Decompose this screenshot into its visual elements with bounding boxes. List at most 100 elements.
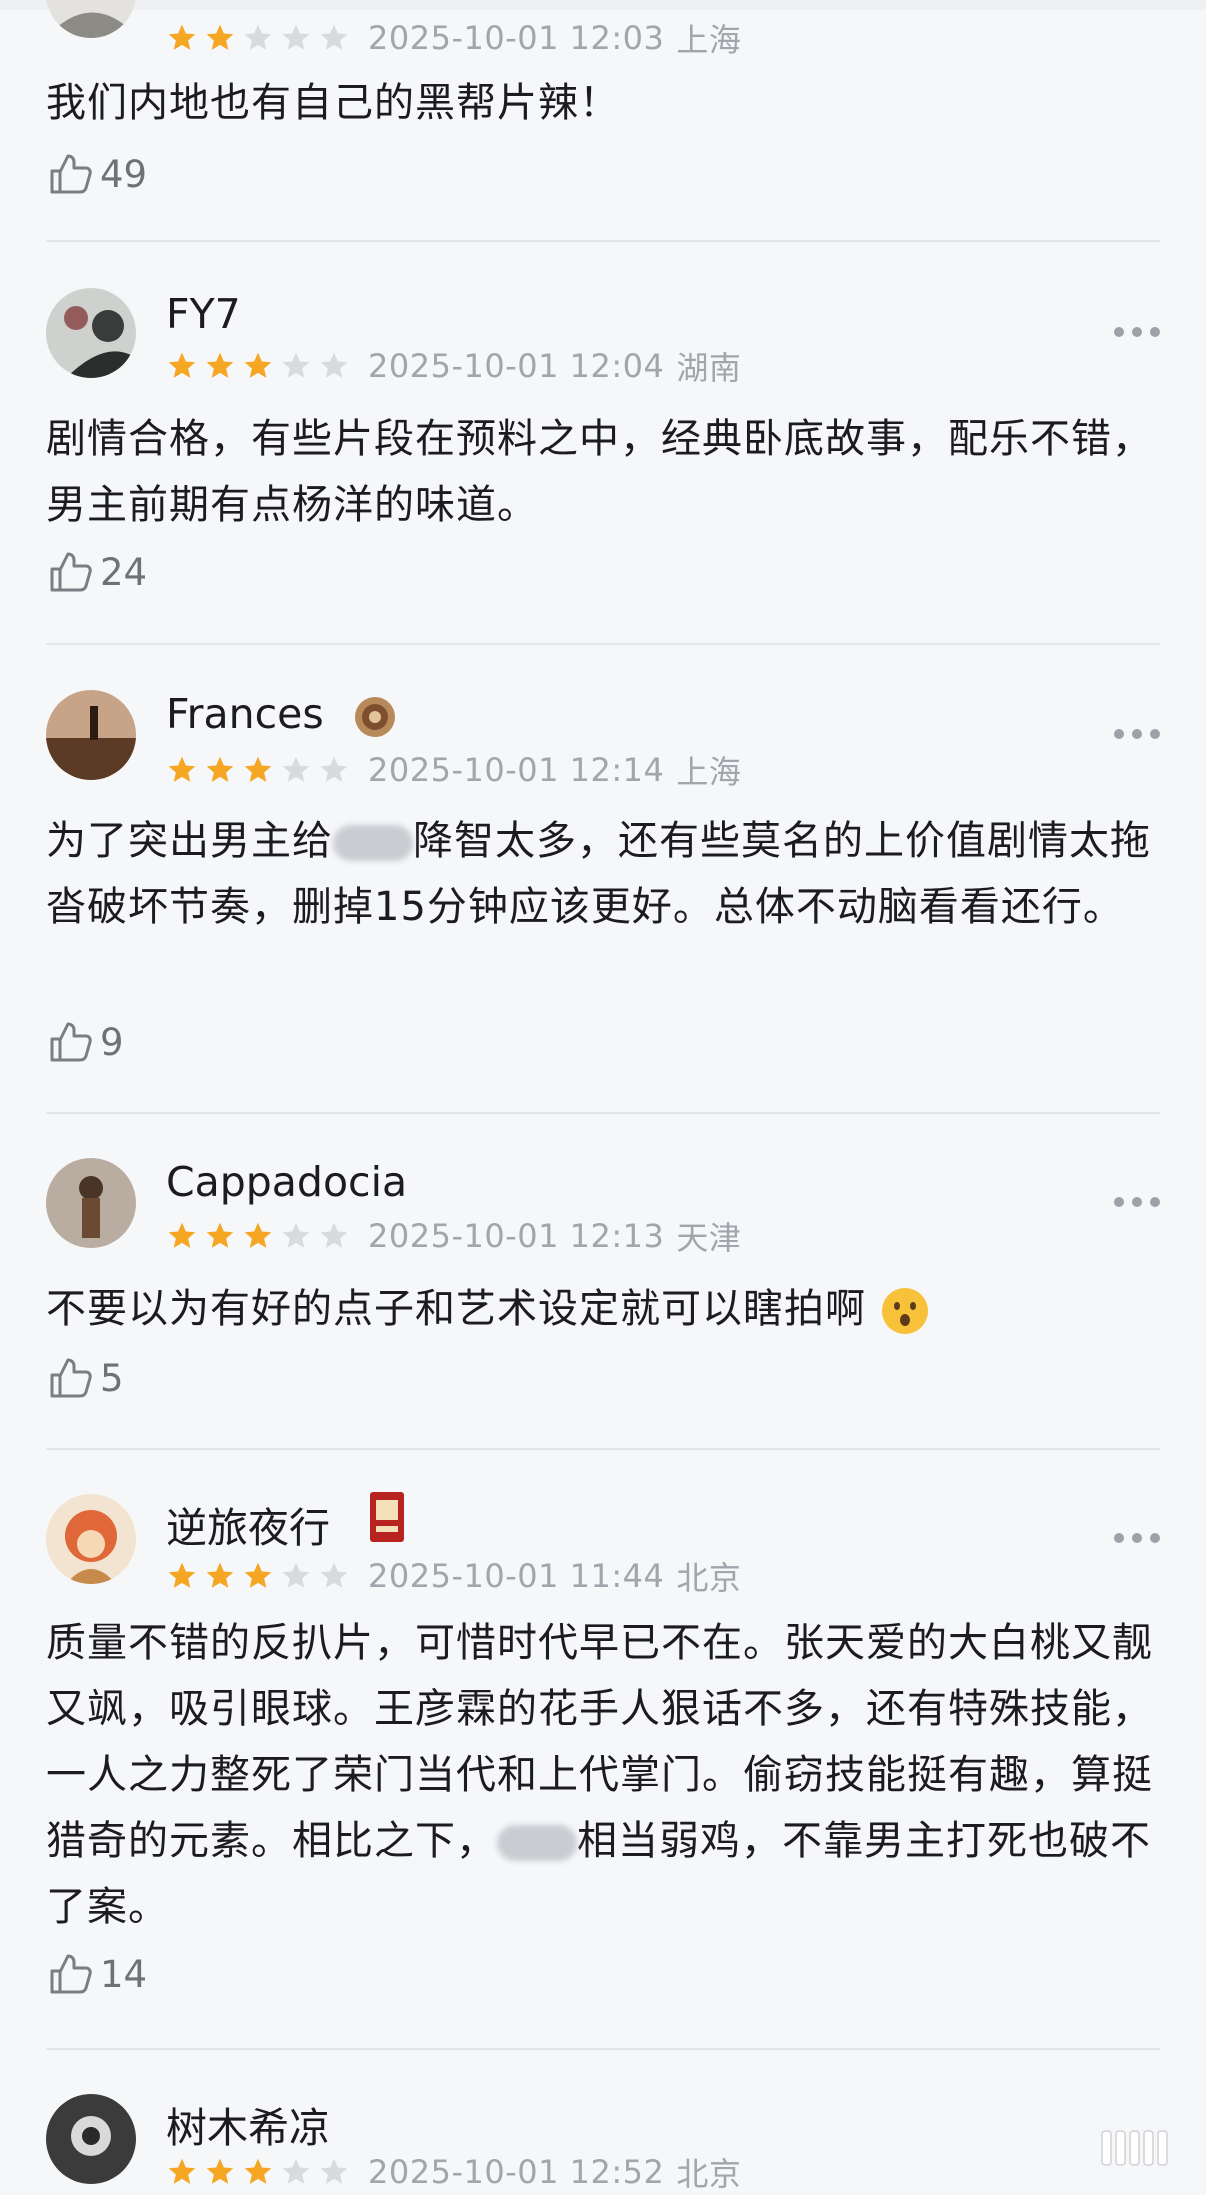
star-icon [282, 2158, 310, 2184]
star-icon [320, 756, 348, 782]
top-edge [0, 0, 1206, 10]
star-icon [168, 1562, 196, 1588]
review-location: 上海 [676, 753, 742, 791]
review-date: 2025-10-01 12:03 [368, 19, 665, 57]
username[interactable]: 树木希凉 [166, 2094, 330, 2154]
review-location: 湖南 [676, 349, 742, 387]
like-count: 49 [100, 152, 148, 196]
avatar[interactable] [46, 690, 136, 780]
divider [46, 240, 1160, 242]
thumbs-up-icon [50, 1954, 92, 1994]
avatar[interactable] [46, 288, 136, 378]
review-content: 质量不错的反扒片，可惜时代早已不在。张天爱的大白桃又靓又飒，吸引眼球。王彦霖的花… [46, 1620, 1153, 1930]
star-icon [320, 1562, 348, 1588]
review-meta: 2025-10-01 12:03 上海 [166, 18, 742, 59]
rating-stars [166, 2156, 356, 2188]
avatar[interactable] [46, 1158, 136, 1248]
review-location: 北京 [676, 2155, 742, 2193]
divider [46, 1448, 1160, 1450]
star-icon [282, 756, 310, 782]
review-location: 上海 [676, 21, 742, 59]
avatar[interactable] [46, 2094, 136, 2184]
avatar[interactable] [46, 0, 136, 38]
review-meta: 2025-10-01 12:04 湖南 [166, 346, 742, 387]
like-button[interactable]: 14 [46, 1950, 147, 1998]
star-icon [320, 352, 348, 378]
username[interactable]: 逆旅夜行 [166, 1494, 330, 1554]
rating-stars [166, 22, 356, 54]
username[interactable]: Frances [166, 690, 324, 738]
star-icon [206, 24, 234, 50]
review-date: 2025-10-01 12:04 [368, 347, 665, 385]
more-options-button[interactable] [1114, 724, 1160, 744]
user-badge-icon [352, 694, 398, 744]
surprised-face-emoji-icon [880, 1286, 930, 1336]
review-content: 剧情合格，有些片段在预料之中，经典卧底故事，配乐不错，男主前期有点杨洋的味道。 [46, 416, 1153, 528]
like-count: 5 [100, 1356, 124, 1400]
like-button[interactable]: 9 [46, 1018, 124, 1066]
star-icon [282, 1222, 310, 1248]
star-icon [320, 1222, 348, 1248]
rating-stars [166, 350, 356, 382]
star-icon [206, 352, 234, 378]
more-options-button[interactable] [1114, 1192, 1160, 1212]
star-icon [244, 1562, 272, 1588]
review-location: 天津 [676, 1219, 742, 1257]
star-icon [244, 24, 272, 50]
rating-stars [166, 1560, 356, 1592]
review-meta: 2025-10-01 11:44 北京 [166, 1556, 741, 1597]
like-count: 9 [100, 1020, 124, 1064]
thumbs-up-icon [50, 1022, 92, 1062]
star-icon [244, 756, 272, 782]
star-icon [168, 24, 196, 50]
star-icon [168, 756, 196, 782]
book-badge-icon [368, 1490, 406, 1548]
review-date: 2025-10-01 12:52 [368, 2153, 665, 2191]
like-button[interactable]: 49 [46, 150, 147, 198]
star-icon [168, 352, 196, 378]
star-icon [206, 1562, 234, 1588]
review-meta: 2025-10-01 12:13 天津 [166, 1216, 742, 1257]
divider [46, 2048, 1160, 2050]
review-date: 2025-10-01 12:13 [368, 1217, 665, 1255]
divider [46, 643, 1160, 645]
redacted-text [497, 1825, 577, 1861]
review-content: 我们内地也有自己的黑帮片辣！ [46, 80, 620, 126]
redacted-text [333, 825, 413, 861]
rating-stars [166, 754, 356, 786]
star-icon [282, 1562, 310, 1588]
review-content: 不要以为有好的点子和艺术设定就可以瞎拍啊 [46, 1276, 1160, 1342]
review-content: 为了突出男主给 降智太多，还有些莫名的上价值剧情太拖沓破坏节奏，删掉15分钟应该更… [46, 818, 1151, 930]
review-meta: 2025-10-01 12:14 上海 [166, 750, 742, 791]
star-icon [320, 2158, 348, 2184]
star-icon [282, 352, 310, 378]
star-icon [282, 24, 310, 50]
divider [46, 1112, 1160, 1114]
more-options-button[interactable] [1114, 322, 1160, 342]
review-meta: 2025-10-01 12:52 北京 [166, 2152, 742, 2193]
rating-stars [166, 1220, 356, 1252]
thumbs-up-icon [50, 154, 92, 194]
star-icon [168, 2158, 196, 2184]
thumbs-up-icon [50, 552, 92, 592]
star-icon [320, 24, 348, 50]
star-icon [244, 1222, 272, 1248]
star-icon [168, 1222, 196, 1248]
star-icon [244, 2158, 272, 2184]
star-icon [206, 1222, 234, 1248]
username[interactable]: FY7 [166, 290, 241, 338]
like-count: 24 [100, 550, 148, 594]
thumbs-up-icon [50, 1358, 92, 1398]
avatar[interactable] [46, 1494, 136, 1584]
username[interactable]: Cappadocia [166, 1158, 407, 1206]
like-button[interactable]: 5 [46, 1354, 124, 1402]
star-icon [244, 352, 272, 378]
like-count: 14 [100, 1952, 148, 1996]
review-date: 2025-10-01 12:14 [368, 751, 665, 789]
like-button[interactable]: 24 [46, 548, 147, 596]
more-options-button[interactable] [1114, 1528, 1160, 1548]
star-icon [206, 2158, 234, 2184]
review-date: 2025-10-01 11:44 [368, 1557, 665, 1595]
star-icon [206, 756, 234, 782]
scroll-indicator-icon [1101, 2130, 1168, 2166]
